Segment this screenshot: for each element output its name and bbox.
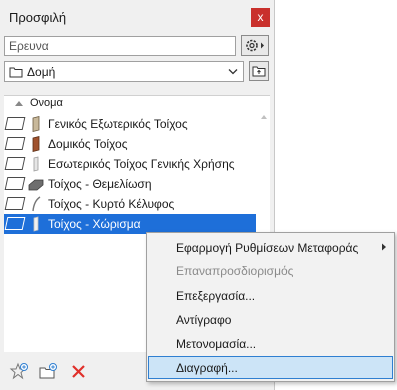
folder-add-icon bbox=[39, 363, 57, 379]
folder-dropdown[interactable]: Δομή bbox=[4, 61, 244, 82]
context-menu: Εφαρμογή Ρυθμίσεων Μεταφοράς Επαναπροσδι… bbox=[146, 232, 395, 382]
list-item[interactable]: Τοίχος - Κυρτό Κέλυφος bbox=[4, 194, 256, 214]
menu-item-label: Διαγραφή... bbox=[176, 361, 238, 375]
folder-icon bbox=[9, 67, 23, 78]
wall-interior-icon bbox=[33, 156, 39, 172]
wall-curved-shell-icon bbox=[32, 196, 41, 212]
wall-exterior-icon bbox=[32, 116, 40, 132]
list-item-label: Εσωτερικός Τοίχος Γενικής Χρήσης bbox=[48, 157, 235, 171]
list-item-label: Τοίχος - Θεμελίωση bbox=[48, 177, 152, 191]
list-item[interactable]: Γενικός Εξωτερικός Τοίχος bbox=[4, 114, 256, 134]
submenu-arrow-icon bbox=[382, 243, 386, 251]
search-input[interactable]: Ερευνα bbox=[4, 36, 236, 56]
list-item-selected[interactable]: Τοίχος - Χώρισμα bbox=[4, 214, 256, 234]
new-folder-button[interactable] bbox=[39, 362, 59, 382]
row-checkbox[interactable] bbox=[4, 197, 26, 210]
list-item-label: Γενικός Εξωτερικός Τοίχος bbox=[48, 117, 188, 131]
row-checkbox[interactable] bbox=[4, 177, 26, 190]
wall-foundation-icon bbox=[28, 179, 44, 191]
gear-icon bbox=[246, 39, 264, 52]
row-checkbox[interactable] bbox=[4, 117, 26, 130]
menu-item-duplicate[interactable]: Αντίγραφο bbox=[148, 308, 393, 331]
list-item-label: Δομικός Τοίχος bbox=[48, 137, 128, 151]
row-checkbox[interactable] bbox=[4, 137, 26, 150]
name-column-label: Ονομα bbox=[30, 97, 63, 109]
name-column-header[interactable]: Ονομα bbox=[4, 96, 270, 110]
parent-folder-button[interactable] bbox=[249, 61, 269, 81]
list-item[interactable]: Δομικός Τοίχος bbox=[4, 134, 256, 154]
menu-item-redefine[interactable]: Επαναπροσδιορισμός bbox=[148, 259, 393, 282]
delete-button[interactable] bbox=[69, 362, 89, 382]
close-icon: x bbox=[257, 10, 264, 24]
list-item[interactable]: Εσωτερικός Τοίχος Γενικής Χρήσης bbox=[4, 154, 256, 174]
star-add-icon bbox=[9, 362, 28, 380]
add-favorite-button[interactable] bbox=[9, 362, 29, 382]
wall-structural-icon bbox=[32, 136, 40, 152]
row-checkbox[interactable] bbox=[4, 217, 26, 230]
row-checkbox[interactable] bbox=[4, 157, 26, 170]
folder-dropdown-label: Δομή bbox=[27, 65, 56, 79]
menu-item-edit[interactable]: Επεξεργασία... bbox=[148, 284, 393, 307]
menu-item-label: Αντίγραφο bbox=[176, 313, 232, 327]
list-item-label: Τοίχος - Κυρτό Κέλυφος bbox=[48, 197, 175, 211]
list-item[interactable]: Τοίχος - Θεμελίωση bbox=[4, 174, 256, 194]
menu-item-label: Επεξεργασία... bbox=[176, 289, 256, 303]
scroll-up-icon bbox=[261, 115, 267, 119]
folder-up-icon bbox=[252, 66, 266, 77]
menu-item-rename[interactable]: Μετονομασία... bbox=[148, 332, 393, 355]
close-button[interactable]: x bbox=[251, 8, 270, 27]
search-options-button[interactable] bbox=[241, 35, 269, 56]
menu-item-apply-transfer-settings[interactable]: Εφαρμογή Ρυθμίσεων Μεταφοράς bbox=[148, 236, 393, 259]
menu-item-label: Εφαρμογή Ρυθμίσεων Μεταφοράς bbox=[176, 241, 359, 255]
panel-title: Προσφιλή bbox=[9, 10, 67, 25]
menu-item-label: Επαναπροσδιορισμός bbox=[176, 264, 294, 278]
wall-partition-icon bbox=[33, 216, 39, 232]
chevron-down-icon bbox=[228, 69, 238, 75]
menu-item-label: Μετονομασία... bbox=[176, 337, 257, 351]
menu-item-delete[interactable]: Διαγραφή... bbox=[148, 356, 393, 379]
panel-titlebar: Προσφιλή x bbox=[0, 0, 274, 34]
sort-ascending-icon bbox=[15, 101, 23, 106]
list-item-label: Τοίχος - Χώρισμα bbox=[48, 217, 141, 231]
delete-x-icon bbox=[72, 365, 85, 378]
